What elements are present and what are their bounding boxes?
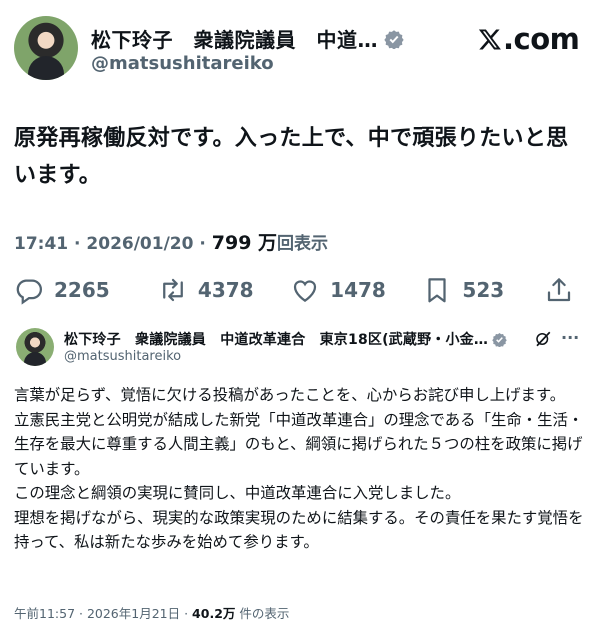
main-tweet: 松下玲子 衆議院議員 中道… @matsushitareiko .com 原発再… xyxy=(0,0,594,318)
quote-author-name[interactable]: 松下玲子 衆議院議員 中道改革連合 東京18区(武蔵野・小金… xyxy=(64,329,488,349)
quote-paragraph: 言葉が足らず、覚悟に欠ける投稿があったことを、心からお詫び申し上げます。 xyxy=(14,386,566,404)
quoted-tweet[interactable]: 松下玲子 衆議院議員 中道改革連合 東京18区(武蔵野・小金… @matsush… xyxy=(0,318,594,635)
quote-author-row: 松下玲子 衆議院議員 中道改革連合 東京18区(武蔵野・小金… xyxy=(64,329,507,349)
tweet-time[interactable]: 17:41 · 2026/01/20 · xyxy=(14,234,212,254)
action-bar: 2265 4378 1478 523 xyxy=(14,275,584,305)
like-count: 1478 xyxy=(330,278,386,302)
brand-text: .com xyxy=(503,22,580,56)
more-options-button[interactable]: ··· xyxy=(561,328,579,347)
quote-view-label: 件の表示 xyxy=(235,606,290,621)
quote-avatar[interactable] xyxy=(16,328,54,366)
retweet-count: 4378 xyxy=(197,278,254,302)
quote-paragraph: 理想を掲げながら、現実的な政策実現のために結集する。その責任を果たす覚悟を持って… xyxy=(14,508,584,552)
view-label: 回表示 xyxy=(277,234,329,254)
like-icon xyxy=(294,280,317,302)
view-count: 799 万 xyxy=(211,232,278,254)
bookmark-count: 523 xyxy=(462,278,505,302)
bookmark-icon xyxy=(428,278,447,303)
quote-text: 言葉が足らず、覚悟に欠ける投稿があったことを、心からお詫び申し上げます。 立憲民… xyxy=(14,383,584,555)
quote-meta: 午前11:57 · 2026年1月21日 · 40.2万 件の表示 xyxy=(14,603,289,622)
verified-badge-icon xyxy=(384,29,404,49)
grok-icon[interactable] xyxy=(534,330,552,348)
bookmark-button[interactable]: 523 xyxy=(422,275,544,305)
reply-button[interactable]: 2265 xyxy=(14,275,158,305)
tweet-text: 原発再稼働反対です。入った上で、中で頑張りたいと思います。 xyxy=(14,126,569,188)
reply-icon xyxy=(16,279,42,305)
quote-author-handle[interactable]: @matsushitareiko xyxy=(64,349,181,364)
quote-paragraph: この理念と綱領の実現に賛同し、中道改革連合に入党しました。 xyxy=(14,484,461,502)
x-logo-icon xyxy=(478,29,501,50)
quote-view-count: 40.2万 xyxy=(192,606,236,621)
quote-paragraph: 立憲民主党と公明党が結成した新党「中道改革連合」の理念である「生命・生活・生存を… xyxy=(14,410,584,478)
retweet-icon xyxy=(163,278,183,302)
author-handle[interactable]: @matsushitareiko xyxy=(91,53,274,74)
reply-count: 2265 xyxy=(54,278,110,302)
author-row: 松下玲子 衆議院議員 中道… xyxy=(91,24,404,53)
like-button[interactable]: 1478 xyxy=(290,275,422,305)
quote-time[interactable]: 午前11:57 · 2026年1月21日 · xyxy=(14,606,192,621)
retweet-button[interactable]: 4378 xyxy=(158,275,290,305)
share-icon xyxy=(547,278,571,302)
x-com-logo: .com xyxy=(478,22,580,56)
author-name[interactable]: 松下玲子 衆議院議員 中道… xyxy=(91,24,378,53)
share-button[interactable] xyxy=(544,275,584,305)
avatar[interactable] xyxy=(14,16,78,80)
verified-badge-icon xyxy=(492,332,507,347)
tweet-meta: 17:41 · 2026/01/20 · 799 万回表示 xyxy=(14,228,328,255)
